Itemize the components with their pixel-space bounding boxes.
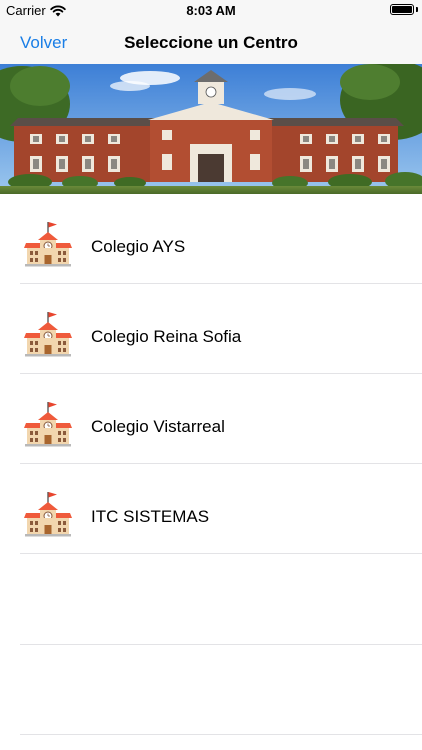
battery-fill	[392, 6, 412, 13]
center-list: Colegio AYS Colegio Reina Sofia Colegio …	[0, 194, 422, 554]
empty-row-separator	[20, 644, 422, 645]
center-name: Colegio AYS	[91, 237, 186, 256]
school-icon	[24, 222, 72, 267]
center-name: Colegio Vistarreal	[91, 417, 225, 436]
battery-cap	[416, 7, 418, 12]
status-bar: Carrier 8:03 AM	[0, 0, 422, 20]
center-name: ITC SISTEMAS	[91, 507, 210, 526]
school-icon	[24, 312, 72, 357]
empty-row-separator	[20, 734, 422, 735]
list-item[interactable]: Colegio Vistarreal	[0, 374, 422, 464]
status-time: 8:03 AM	[186, 3, 236, 18]
school-icon	[24, 402, 72, 447]
banner-image	[0, 64, 422, 194]
page-title: Seleccione un Centro	[124, 33, 298, 52]
navigation-bar: Volver Seleccione un Centro	[0, 20, 422, 64]
school-icon	[24, 492, 72, 537]
list-item[interactable]: Colegio Reina Sofia	[0, 284, 422, 374]
battery-icon	[390, 4, 414, 15]
screen: Carrier 8:03 AM Volver Seleccione un Cen…	[0, 0, 422, 750]
row-separator	[20, 553, 422, 554]
list-item[interactable]: Colegio AYS	[0, 194, 422, 284]
school-building-photo	[0, 64, 422, 194]
list-item[interactable]: ITC SISTEMAS	[0, 464, 422, 554]
center-name: Colegio Reina Sofia	[91, 327, 242, 346]
